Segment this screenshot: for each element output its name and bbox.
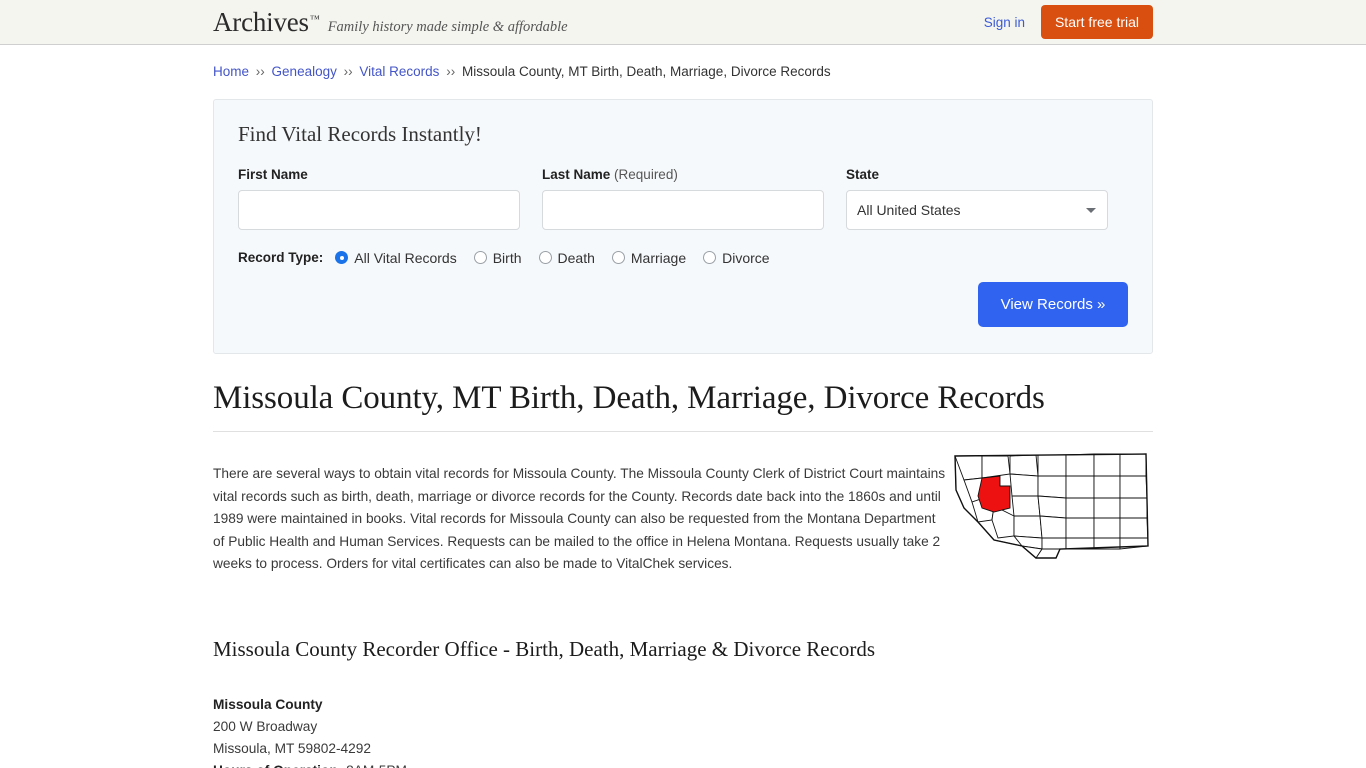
contact-hours-value: 8AM-5PM — [346, 763, 407, 768]
state-field-group: State All United States — [846, 167, 1108, 230]
last-name-input[interactable] — [542, 189, 824, 230]
page-container: Home ›› Genealogy ›› Vital Records ›› Mi… — [213, 45, 1153, 768]
vital-records-search-panel: Find Vital Records Instantly! First Name… — [213, 98, 1153, 354]
start-free-trial-button[interactable]: Start free trial — [1040, 5, 1153, 39]
last-name-label-text: Last Name — [542, 166, 611, 182]
radio-option-divorce[interactable]: Divorce — [703, 249, 770, 266]
radio-icon-all-vital-records[interactable] — [335, 251, 349, 265]
sign-in-link[interactable]: Sign in — [984, 15, 1025, 30]
breadcrumb-separator: ›› — [446, 64, 456, 79]
radio-option-birth[interactable]: Birth — [473, 249, 522, 266]
site-logo[interactable]: Archives ™ Family history made simple & a… — [213, 7, 568, 38]
first-name-label: First Name — [238, 166, 308, 182]
state-select[interactable]: All United States — [846, 189, 1108, 230]
breadcrumb: Home ›› Genealogy ›› Vital Records ›› Mi… — [213, 45, 1153, 81]
search-panel-actions: View Records » — [238, 281, 1128, 327]
montana-county-map-image — [948, 450, 1153, 562]
intro-paragraph: There are several ways to obtain vital r… — [213, 466, 946, 572]
first-name-field-group: First Name — [238, 167, 520, 230]
radio-icon-marriage[interactable] — [611, 251, 625, 265]
search-fields-row: First Name Last Name (Required) State Al… — [238, 167, 1128, 230]
breadcrumb-separator: ›› — [343, 64, 353, 79]
breadcrumb-item-home[interactable]: Home — [213, 64, 249, 79]
montana-map-svg — [954, 452, 1149, 559]
brand-tagline: Family history made simple & affordable — [327, 18, 568, 35]
search-panel-title: Find Vital Records Instantly! — [238, 121, 482, 146]
site-header: Archives ™ Family history made simple & a… — [0, 0, 1366, 45]
radio-option-death[interactable]: Death — [538, 249, 595, 266]
breadcrumb-separator: ›› — [255, 64, 265, 79]
state-select-wrap: All United States — [846, 189, 1108, 230]
last-name-required-note: (Required) — [614, 166, 678, 182]
contact-name: Missoula County — [213, 697, 323, 713]
record-type-label: Record Type: — [238, 250, 324, 266]
radio-icon-divorce[interactable] — [703, 251, 717, 265]
last-name-field-group: Last Name (Required) — [542, 167, 824, 230]
last-name-label: Last Name (Required) — [542, 167, 824, 182]
record-type-row: Record Type: All Vital Records Birth Dea… — [238, 250, 1128, 266]
radio-label-divorce: Divorce — [722, 249, 770, 266]
radio-label-death: Death — [557, 249, 595, 266]
radio-icon-birth[interactable] — [473, 251, 487, 265]
header-inner: Archives ™ Family history made simple & a… — [213, 0, 1153, 45]
breadcrumb-item-genealogy[interactable]: Genealogy — [272, 64, 337, 79]
radio-label-marriage: Marriage — [630, 249, 687, 266]
radio-label-birth: Birth — [492, 249, 522, 266]
breadcrumb-item-vital-records[interactable]: Vital Records — [359, 64, 439, 79]
recorder-office-section-title: Missoula County Recorder Office - Birth,… — [213, 637, 876, 662]
contact-city-state-zip: Missoula, MT 59802-4292 — [213, 741, 372, 757]
radio-option-marriage[interactable]: Marriage — [611, 249, 687, 266]
brand-name: Archives — [213, 6, 309, 37]
header-actions: Sign in Start free trial — [984, 0, 1153, 45]
state-label: State — [846, 166, 880, 182]
radio-label-all-vital-records: All Vital Records — [354, 249, 457, 266]
view-records-button[interactable]: View Records » — [978, 281, 1128, 327]
contact-hours-label: Hours of Operation: — [213, 763, 342, 768]
radio-option-all-vital-records[interactable]: All Vital Records — [335, 249, 457, 266]
contact-hours-row: Hours of Operation: 8AM-5PM — [213, 760, 1153, 768]
intro-section: There are several ways to obtain vital r… — [213, 450, 1153, 590]
contact-street: 200 W Broadway — [213, 719, 318, 735]
radio-icon-death[interactable] — [538, 251, 552, 265]
breadcrumb-item-current: Missoula County, MT Birth, Death, Marria… — [461, 64, 831, 79]
page-title: Missoula County, MT Birth, Death, Marria… — [213, 380, 1153, 432]
recorder-office-contact-block: Missoula County 200 W Broadway Missoula,… — [213, 694, 1153, 768]
first-name-input[interactable] — [238, 189, 520, 230]
trademark-icon: ™ — [309, 13, 320, 25]
